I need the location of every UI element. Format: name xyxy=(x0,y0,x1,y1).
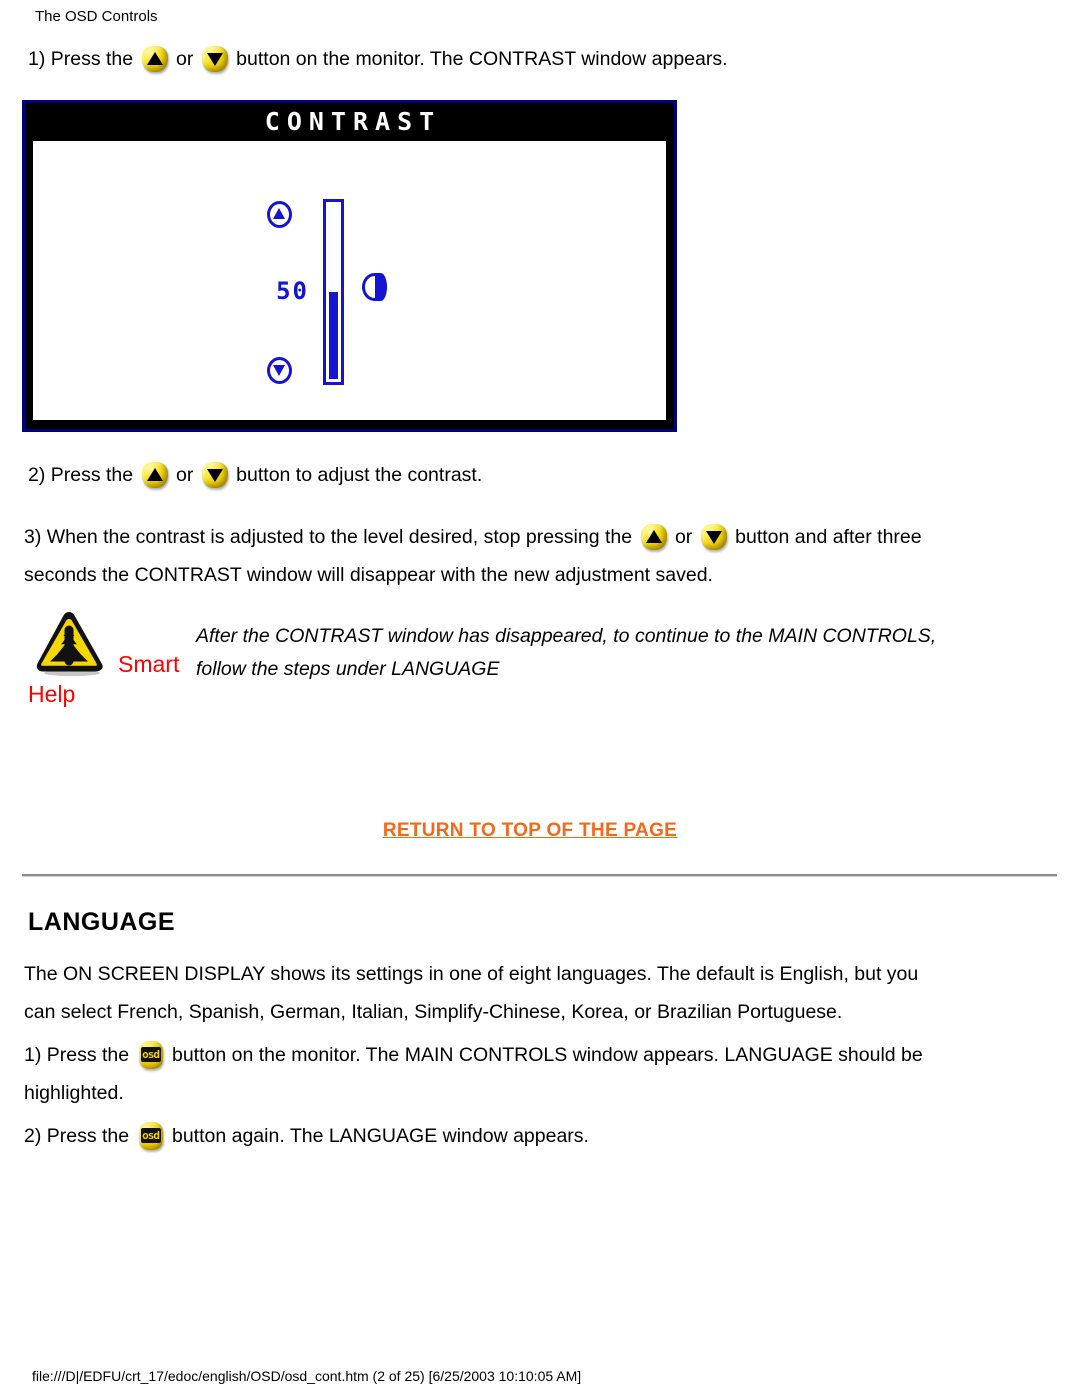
step-1-text-pre: 1) Press the xyxy=(28,48,134,70)
osd-window-title: CONTRAST xyxy=(264,107,442,136)
language-step-2: 2) Press the osd button again. The LANGU… xyxy=(24,1117,589,1155)
language-intro-line2: can select French, Spanish, German, Ital… xyxy=(24,1001,843,1023)
step-2-text-pre: 2) Press the xyxy=(28,464,134,486)
osd-menu-button-icon[interactable]: osd xyxy=(136,1121,166,1151)
step-2-text-mid: or xyxy=(175,464,194,486)
osd-glyph: osd xyxy=(140,1128,161,1143)
contrast-step-1: 1) Press the or button on the monitor. T… xyxy=(28,40,728,78)
down-button-icon[interactable] xyxy=(200,46,230,72)
osd-window-inner: CONTRAST 50 xyxy=(25,103,674,429)
osd-window-canvas: 50 xyxy=(33,141,666,420)
lang-step-2-text-pre: 2) Press the xyxy=(24,1125,130,1147)
step-3-text-post: button and after three xyxy=(735,526,922,548)
osd-contrast-window: CONTRAST 50 xyxy=(22,100,677,432)
osd-decrease-arrow-icon xyxy=(267,357,292,384)
step-1-text-mid: or xyxy=(175,48,194,70)
osd-contrast-value: 50 xyxy=(276,277,309,305)
osd-slider-cluster: 50 xyxy=(261,199,401,389)
lang-step-1-text-line2: highlighted. xyxy=(24,1082,124,1104)
smart-help-help-label: Help xyxy=(28,681,76,707)
smart-help-note: After the CONTRAST window has disappeare… xyxy=(196,620,936,686)
page-header-title: The OSD Controls xyxy=(35,8,158,25)
lang-step-2-text-post: button again. The LANGUAGE window appear… xyxy=(171,1125,589,1147)
return-to-top-link[interactable]: RETURN TO TOP OF THE PAGE xyxy=(0,820,1060,842)
smart-help-smart-label: Smart xyxy=(118,651,180,677)
up-button-icon[interactable] xyxy=(140,46,170,72)
osd-contrast-slider[interactable] xyxy=(323,199,344,385)
lang-step-1-text-post: button on the monitor. The MAIN CONTROLS… xyxy=(171,1044,923,1066)
triangle-down-glyph xyxy=(206,53,223,66)
down-button-icon[interactable] xyxy=(200,462,230,488)
osd-glyph: osd xyxy=(140,1047,161,1062)
language-step-1: 1) Press the osd button on the monitor. … xyxy=(24,1036,923,1112)
triangle-up-glyph xyxy=(273,208,285,219)
step-1-text-post: button on the monitor. The CONTRAST wind… xyxy=(236,48,728,70)
step-3-text-mid: or xyxy=(674,526,693,548)
contrast-half-circle-icon xyxy=(362,273,387,301)
triangle-down-glyph xyxy=(705,531,722,544)
contrast-step-2: 2) Press the or button to adjust the con… xyxy=(28,456,482,494)
up-button-icon[interactable] xyxy=(639,524,669,550)
smart-help-note-line2: follow the steps under LANGUAGE xyxy=(196,658,500,680)
step-3-text-pre: 3) When the contrast is adjusted to the … xyxy=(24,526,633,548)
step-3-text-line2: seconds the CONTRAST window will disappe… xyxy=(24,564,713,586)
triangle-down-glyph xyxy=(206,469,223,482)
triangle-up-glyph xyxy=(146,52,163,65)
triangle-down-glyph xyxy=(273,365,285,376)
triangle-up-glyph xyxy=(146,468,163,481)
language-section-heading: LANGUAGE xyxy=(28,908,176,936)
osd-increase-arrow-icon xyxy=(267,201,292,228)
language-intro: The ON SCREEN DISPLAY shows its settings… xyxy=(24,955,918,1031)
lang-step-1-text-pre: 1) Press the xyxy=(24,1044,130,1066)
language-intro-line1: The ON SCREEN DISPLAY shows its settings… xyxy=(24,963,919,985)
warning-triangle-icon xyxy=(33,608,107,677)
down-button-icon[interactable] xyxy=(699,524,729,550)
page-footer-path: file:///D|/EDFU/crt_17/edoc/english/OSD/… xyxy=(32,1368,582,1384)
osd-slider-fill xyxy=(329,292,338,379)
osd-menu-button-icon[interactable]: osd xyxy=(136,1040,166,1070)
contrast-step-3: 3) When the contrast is adjusted to the … xyxy=(24,518,922,594)
half-fill xyxy=(374,273,387,301)
smart-help-note-line1: After the CONTRAST window has disappeare… xyxy=(196,625,937,647)
section-divider xyxy=(22,874,1057,877)
triangle-up-glyph xyxy=(645,530,662,543)
step-2-text-post: button to adjust the contrast. xyxy=(236,464,483,486)
up-button-icon[interactable] xyxy=(140,462,170,488)
